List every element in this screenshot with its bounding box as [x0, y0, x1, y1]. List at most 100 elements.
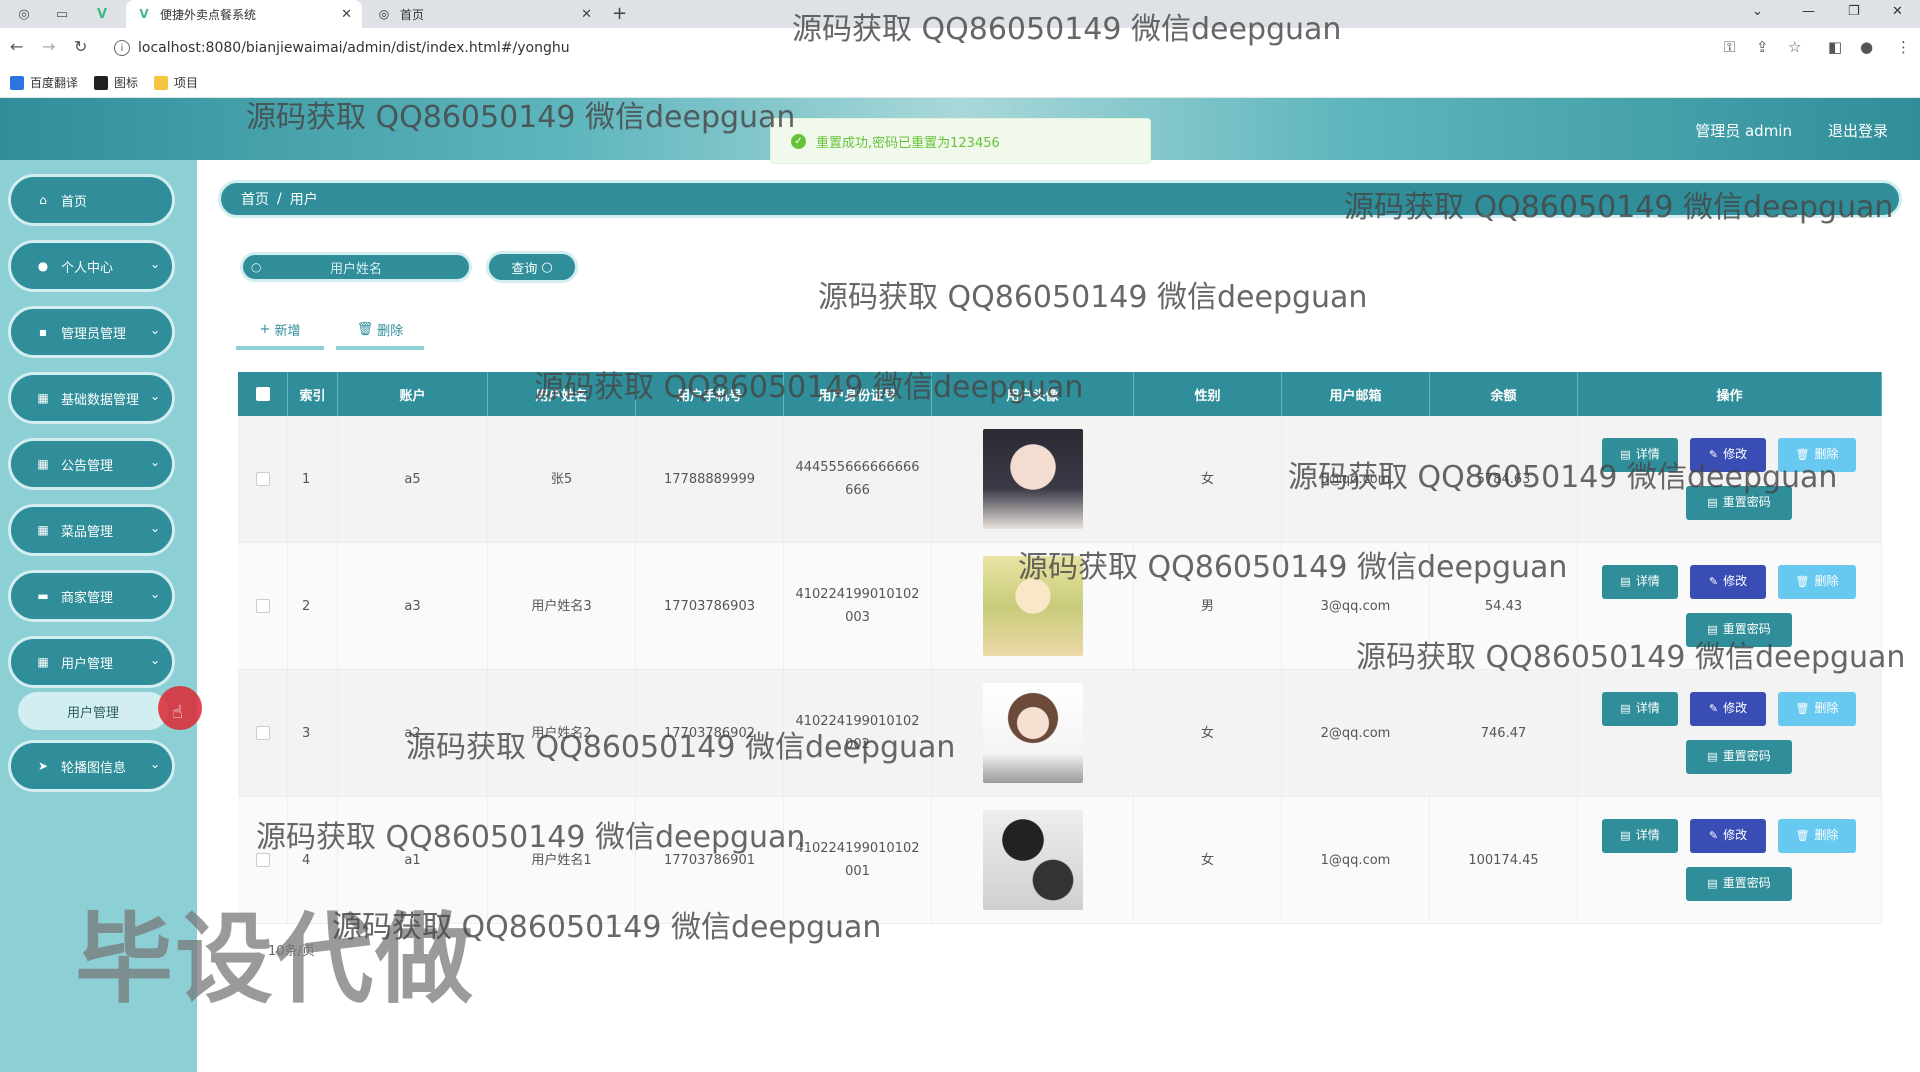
submenu-item-users[interactable]: 用户管理 [18, 692, 168, 730]
logout-link[interactable]: 退出登录 [1828, 120, 1888, 141]
globe-icon[interactable]: ◎ [10, 3, 38, 25]
sidebar-item-notice[interactable]: ▦ 公告管理 ⌄ [8, 438, 175, 490]
cell-actions: ▤ 详情 ✎ 修改 🗑 删除 ▤ 重置密码 [1578, 797, 1882, 923]
chevron-down-icon: ⌄ [149, 389, 160, 403]
tab-app[interactable]: V 便捷外卖点餐系统 ✕ [126, 0, 362, 28]
trash-icon: 🗑 [1795, 448, 1810, 461]
new-tab-button[interactable]: + [612, 3, 627, 24]
toast-message: 重置成功,密码已重置为123456 [816, 135, 1000, 151]
button-label: 详情 [1635, 828, 1660, 842]
sidepanel-icon[interactable]: ◧ [1828, 38, 1842, 56]
row-checkbox[interactable] [255, 599, 270, 613]
sidebar-item-dishes[interactable]: ▦ 菜品管理 ⌄ [8, 504, 175, 556]
breadcrumb-current: 用户 [289, 192, 318, 208]
button-label: 重置密码 [1722, 749, 1771, 763]
info-icon[interactable]: i [114, 40, 130, 56]
button-label: 重置密码 [1722, 495, 1771, 509]
restore-button[interactable]: ❐ [1848, 4, 1860, 19]
chevron-down-icon[interactable]: ⌄ [1752, 4, 1763, 19]
minimize-button[interactable]: — [1802, 4, 1815, 19]
detail-button[interactable]: ▤ 详情 [1602, 564, 1678, 599]
success-toast: ✓ 重置成功,密码已重置为123456 [770, 118, 1151, 164]
detail-button[interactable]: ▤ 详情 [1602, 691, 1678, 726]
row-checkbox[interactable] [255, 472, 270, 486]
cell-balance: 54.43 [1430, 543, 1578, 669]
trash-icon: 🗑 [1795, 829, 1810, 842]
reset-password-button[interactable]: ▤ 重置密码 [1686, 739, 1792, 774]
select-all-checkbox[interactable] [255, 387, 270, 401]
sidebar-item-carousel[interactable]: ➤ 轮播图信息 ⌄ [8, 740, 175, 792]
window-icon[interactable]: ▭ [48, 3, 76, 25]
sidebar-item-merchants[interactable]: ▬ 商家管理 ⌄ [8, 570, 175, 622]
image-icon [94, 75, 109, 90]
delete-button[interactable]: 🗑 删除 [1778, 691, 1856, 726]
reload-icon[interactable]: ↻ [74, 37, 87, 56]
cell-balance: 5784.63 [1430, 416, 1578, 542]
batch-delete-button[interactable]: 🗑 删除 [336, 312, 424, 350]
cell-id-card: 444555666666666 666 [784, 416, 932, 542]
hand-cursor-icon: ☝ [172, 702, 183, 723]
cell-phone: 17703786901 [636, 797, 784, 923]
reset-password-button[interactable]: ▤ 重置密码 [1686, 485, 1792, 520]
edit-button[interactable]: ✎ 修改 [1690, 818, 1766, 853]
cell-phone: 17703786902 [636, 670, 784, 796]
table-row: 2 a3 用户姓名3 17703786903 410224199010102 0… [238, 543, 1882, 670]
close-window-button[interactable]: ✕ [1892, 4, 1903, 19]
reset-password-button[interactable]: ▤ 重置密码 [1686, 866, 1792, 901]
forward-icon[interactable]: → [42, 37, 55, 56]
sidebar-item-basedata[interactable]: ▦ 基础数据管理 ⌄ [8, 372, 175, 424]
search-icon: ○ [541, 259, 553, 275]
bookmark-item[interactable]: 图标 [94, 74, 138, 91]
row-checkbox[interactable] [255, 726, 270, 740]
sidebar-item-label: 个人中心 [61, 260, 114, 276]
vue-icon[interactable]: V [88, 3, 116, 25]
breadcrumb-home[interactable]: 首页 [241, 189, 269, 209]
button-label: 删除 [1814, 447, 1839, 461]
avatar[interactable] [982, 810, 1083, 910]
edit-button[interactable]: ✎ 修改 [1690, 691, 1766, 726]
avatar[interactable] [982, 429, 1083, 529]
back-icon[interactable]: ← [10, 37, 23, 56]
profile-icon[interactable]: ● [1860, 38, 1873, 56]
admin-icon: ▪ [38, 325, 48, 339]
sidebar-item-admin[interactable]: ▪ 管理员管理 ⌄ [8, 306, 175, 358]
edit-button[interactable]: ✎ 修改 [1690, 437, 1766, 472]
watermark: 源码获取 QQ86050149 微信deepguan [818, 280, 1368, 315]
grid-icon: ▦ [37, 391, 49, 405]
key-icon[interactable]: ⚿ [1724, 38, 1735, 56]
delete-button[interactable]: 🗑 删除 [1778, 564, 1856, 599]
sidebar-item-users[interactable]: ▦ 用户管理 ⌄ [8, 636, 175, 688]
globe-icon: ◎ [378, 7, 390, 21]
tab-home[interactable]: ◎ 首页 ✕ [366, 0, 602, 28]
avatar[interactable] [982, 683, 1083, 783]
share-icon[interactable]: ⇪ [1756, 38, 1769, 56]
sidebar-item-profile[interactable]: ● 个人中心 ⌄ [8, 240, 175, 292]
row-select-cell [238, 543, 288, 669]
button-label: 详情 [1635, 701, 1660, 715]
query-button[interactable]: 查询 ○ [486, 251, 578, 283]
button-label: 重置密码 [1722, 876, 1771, 890]
breadcrumb-separator: / [277, 191, 282, 207]
detail-button[interactable]: ▤ 详情 [1602, 818, 1678, 853]
bookmark-item[interactable]: 百度翻译 [10, 74, 78, 91]
pencil-icon: ✎ [1708, 575, 1719, 588]
detail-button[interactable]: ▤ 详情 [1602, 437, 1678, 472]
sidebar-item-home[interactable]: ⌂ 首页 [8, 174, 175, 226]
star-icon[interactable]: ☆ [1788, 38, 1801, 56]
reset-password-button[interactable]: ▤ 重置密码 [1686, 612, 1792, 647]
menu-icon[interactable]: ⋮ [1896, 38, 1911, 56]
avatar[interactable] [982, 556, 1083, 656]
bookmark-item[interactable]: 项目 [154, 74, 198, 91]
add-label: 新增 [274, 323, 301, 339]
row-checkbox[interactable] [255, 853, 270, 867]
close-icon[interactable]: ✕ [341, 7, 352, 22]
close-icon[interactable]: ✕ [581, 7, 592, 22]
edit-button[interactable]: ✎ 修改 [1690, 564, 1766, 599]
cell-avatar [932, 416, 1134, 542]
add-button[interactable]: + 新增 [236, 312, 324, 350]
delete-button[interactable]: 🗑 删除 [1778, 437, 1856, 472]
search-input[interactable]: ○ 用户姓名 [240, 252, 472, 282]
delete-button[interactable]: 🗑 删除 [1778, 818, 1856, 853]
url-field[interactable]: i localhost:8080/bianjiewaimai/admin/dis… [108, 33, 1708, 63]
cell-index: 1 [288, 416, 338, 542]
